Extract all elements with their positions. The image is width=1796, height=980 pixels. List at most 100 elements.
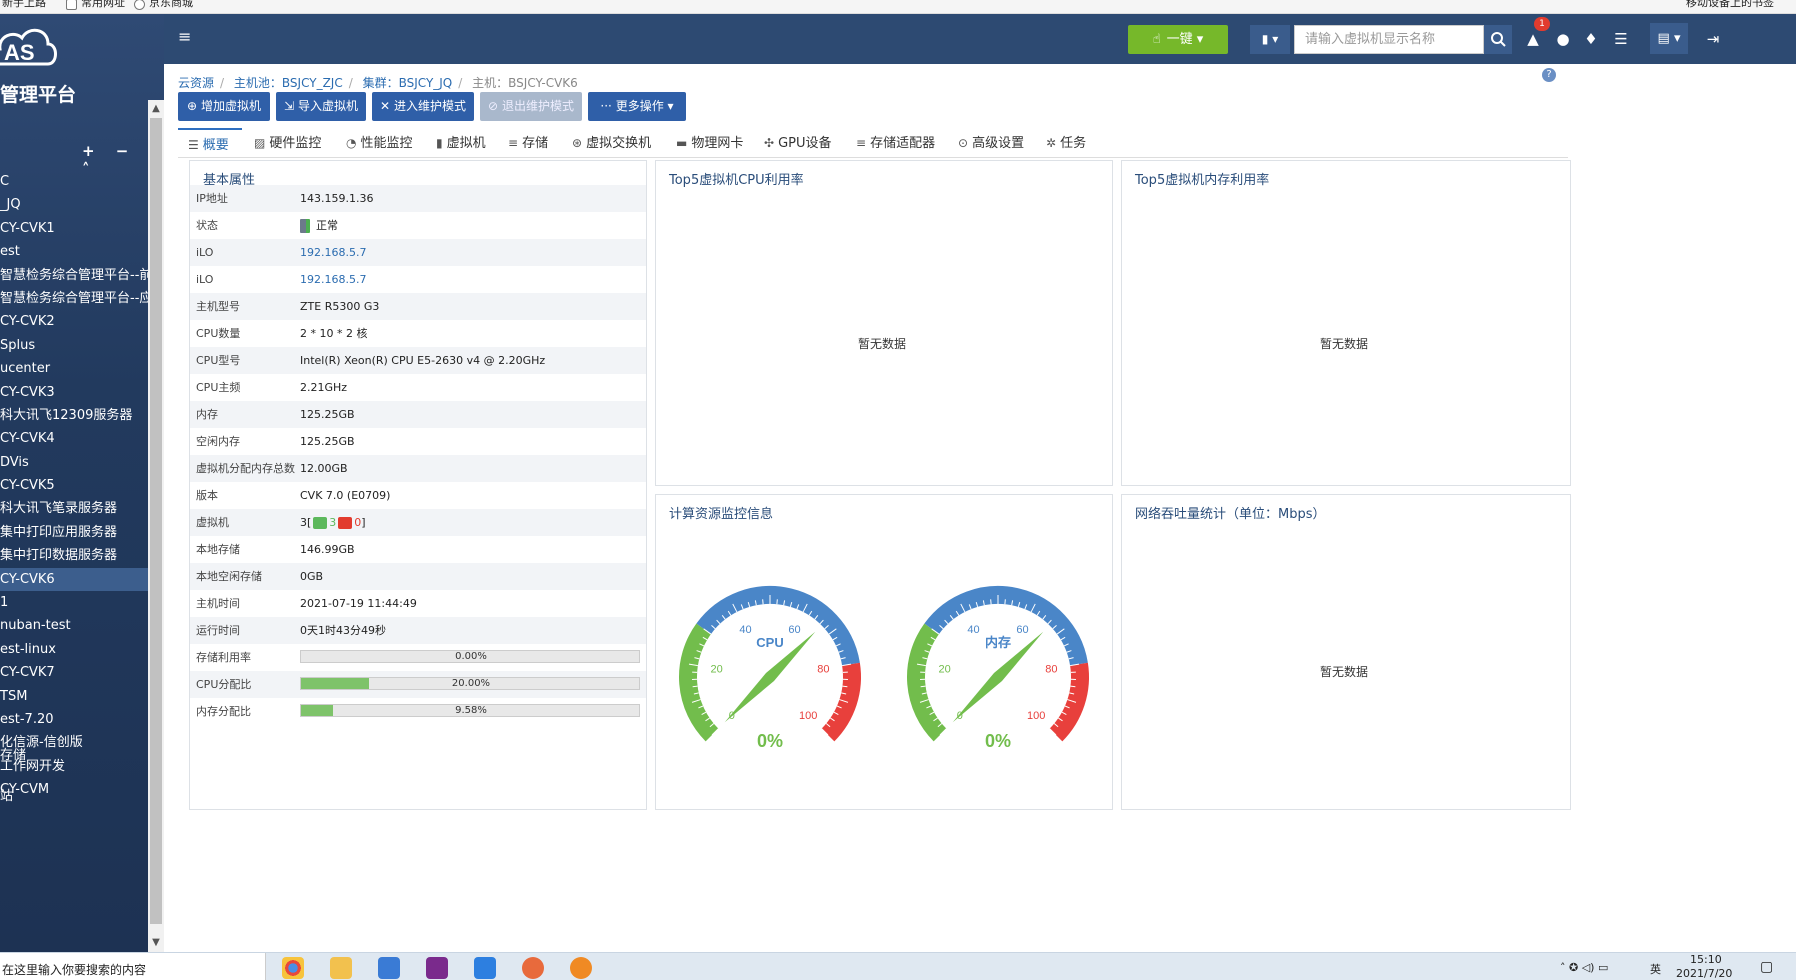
gauge-tick-label: 100 (1027, 710, 1045, 722)
caret-down-icon: ▾ (1272, 32, 1279, 46)
tree-node[interactable]: CY-CVK7 (0, 661, 148, 684)
bookmark-item[interactable]: 常用网址 (66, 0, 125, 10)
tab-hardware-monitor[interactable]: ▨ 硬件监控 (254, 128, 321, 158)
breadcrumb-cluster[interactable]: 集群：BSJCY_JQ (363, 76, 453, 90)
logout-icon[interactable]: ⇥ (1702, 28, 1724, 50)
vm-type-dropdown[interactable]: ▮ ▾ (1250, 25, 1290, 54)
tree-node[interactable]: 科大讯飞12309服务器 (0, 404, 148, 427)
tree-node[interactable]: 集中打印应用服务器 (0, 521, 148, 544)
shirt-icon[interactable]: ♦ (1580, 28, 1602, 50)
enter-maintenance-button[interactable]: ✕ 进入维护模式 (372, 92, 474, 121)
property-value: 146.99GB (300, 543, 355, 556)
taskbar-search-input[interactable]: 在这里输入你要搜索的内容 (0, 953, 266, 980)
list-icon[interactable]: ☰ (1610, 28, 1632, 50)
more-actions-button[interactable]: ··· 更多操作 ▾ (588, 92, 686, 121)
tree-node[interactable]: CY-CVK3 (0, 381, 148, 404)
svg-text:AS: AS (4, 40, 35, 65)
tree-node[interactable]: 1 (0, 591, 148, 614)
tree-node[interactable]: est (0, 240, 148, 263)
list-icon: ☰ (188, 138, 199, 152)
tree-node[interactable]: CY-CVK2 (0, 310, 148, 333)
bookmark-item[interactable]: 京东商城 (134, 0, 193, 10)
tab-storage-adapter[interactable]: ≡ 存储适配器 (856, 128, 935, 158)
gauge-tick-label: 40 (739, 624, 751, 636)
property-key: IP地址 (196, 192, 228, 205)
tree-node-site[interactable]: 站 (0, 785, 13, 804)
panel-title: Top5虚拟机内存利用率 (1135, 173, 1270, 188)
exit-maintenance-button[interactable]: ⊘ 退出维护模式 (480, 92, 582, 121)
database-icon: ≡ (508, 136, 519, 150)
notification-icon[interactable]: ▢ (1760, 959, 1773, 975)
menu-toggle-icon[interactable]: ≡ (178, 29, 196, 45)
ilo-link[interactable]: 192.168.5.7 (300, 239, 366, 266)
folder-icon[interactable] (330, 957, 352, 979)
tab-advanced[interactable]: ⊙ 高级设置 (958, 128, 1024, 158)
feishu-icon[interactable] (378, 957, 400, 979)
firefox-icon[interactable] (570, 957, 592, 979)
scroll-up-icon[interactable]: ▲ (150, 102, 162, 116)
scroll-down-icon[interactable]: ▼ (150, 936, 162, 950)
tree-node[interactable]: CY-CVK5 (0, 474, 148, 497)
ilo-link[interactable]: 192.168.5.7 (300, 266, 366, 293)
help-icon[interactable]: ? (1542, 68, 1556, 82)
tree-node[interactable]: ucenter (0, 357, 148, 380)
user-icon[interactable]: ● (1552, 28, 1574, 50)
property-row: 运行时间 0天1时43分49秒 (190, 617, 646, 644)
chrome-icon[interactable] (282, 957, 304, 979)
tree-node[interactable]: 科大讯飞笔录服务器 (0, 497, 148, 520)
tab-tasks[interactable]: ✲ 任务 (1046, 128, 1086, 158)
tree-node[interactable]: _JQ (0, 193, 148, 216)
tree-node-storage[interactable]: 存储 (0, 744, 26, 763)
server-ok-icon (300, 219, 310, 233)
tree-node[interactable]: 智慧检务综合管理平台--前端 (0, 264, 148, 287)
sidebar-scrollbar[interactable]: ▲ ▼ (148, 100, 164, 952)
property-value: 0GB (300, 570, 324, 583)
tree-node[interactable]: TSM (0, 685, 148, 708)
tree-node[interactable]: est-linux (0, 638, 148, 661)
gauge-tick-label: 60 (1016, 624, 1028, 636)
tab-physical-nic[interactable]: ▬ 物理网卡 (676, 128, 743, 158)
vm-search-input[interactable]: 请输入虚拟机显示名称 (1294, 25, 1484, 54)
tree-node[interactable]: CY-CVM (0, 778, 148, 801)
tree-node[interactable]: 集中打印数据服务器 (0, 544, 148, 567)
tree-node[interactable]: nuban-test (0, 614, 148, 637)
tray-icons[interactable]: ˄ ✪ ◁) ▭ (1560, 961, 1608, 974)
search-icon[interactable] (1484, 25, 1512, 54)
tab-vswitch[interactable]: ⊛ 虚拟交换机 (572, 128, 651, 158)
gauge-tick-label: 80 (1045, 664, 1057, 676)
tab-vms[interactable]: ▮ 虚拟机 (436, 128, 486, 158)
tab-performance-monitor[interactable]: ◔ 性能监控 (346, 128, 413, 158)
clock-time[interactable]: 15:10 (1690, 953, 1722, 966)
tab-gpu[interactable]: ✣ GPU设备 (764, 128, 832, 158)
vm-stopped-icon (338, 517, 353, 529)
tree-node[interactable]: CY-CVK1 (0, 217, 148, 240)
tab-storage[interactable]: ≡ 存储 (508, 128, 548, 158)
folder-icon (66, 0, 77, 10)
view-switch-dropdown[interactable]: ▤ ▾ (1650, 23, 1688, 54)
status-value: 正常 (300, 212, 338, 239)
add-vm-button[interactable]: ⊕ 增加虚拟机 (178, 92, 270, 121)
onekey-button[interactable]: ☝ 一键 ▾ (1128, 25, 1228, 54)
clock-date[interactable]: 2021/7/20 (1676, 967, 1732, 980)
tree-node[interactable]: Splus (0, 334, 148, 357)
property-key: CPU主频 (196, 381, 241, 394)
tree-node[interactable]: CY-CVK6 (0, 567, 148, 592)
vm-count-value: 3[3 0] (300, 509, 366, 536)
tab-overview[interactable]: ☰ 概要 (178, 128, 242, 158)
scrollbar-thumb[interactable] (150, 118, 162, 924)
breadcrumb-cloud[interactable]: 云资源 (178, 76, 214, 90)
ime-indicator[interactable]: 英 (1650, 961, 1661, 977)
star-app-icon[interactable] (474, 957, 496, 979)
tree-node[interactable]: est-7.20 (0, 708, 148, 731)
tree-node[interactable]: 智慧检务综合管理平台--应用 (0, 287, 148, 310)
tree-node[interactable]: CY-CVK4 (0, 427, 148, 450)
no-data-text: 暂无数据 (858, 337, 907, 351)
breadcrumb-host-pool[interactable]: 主机池：BSJCY_ZJC (234, 76, 343, 90)
weibo-icon[interactable] (522, 957, 544, 979)
vm-running-count[interactable]: 3 (329, 516, 336, 529)
import-vm-button[interactable]: ⇲ 导入虚拟机 (276, 92, 366, 121)
alert-icon[interactable]: ▲ (1522, 28, 1544, 50)
app-icon[interactable] (426, 957, 448, 979)
tree-node[interactable]: DVis (0, 451, 148, 474)
tree-node[interactable]: C (0, 170, 148, 193)
